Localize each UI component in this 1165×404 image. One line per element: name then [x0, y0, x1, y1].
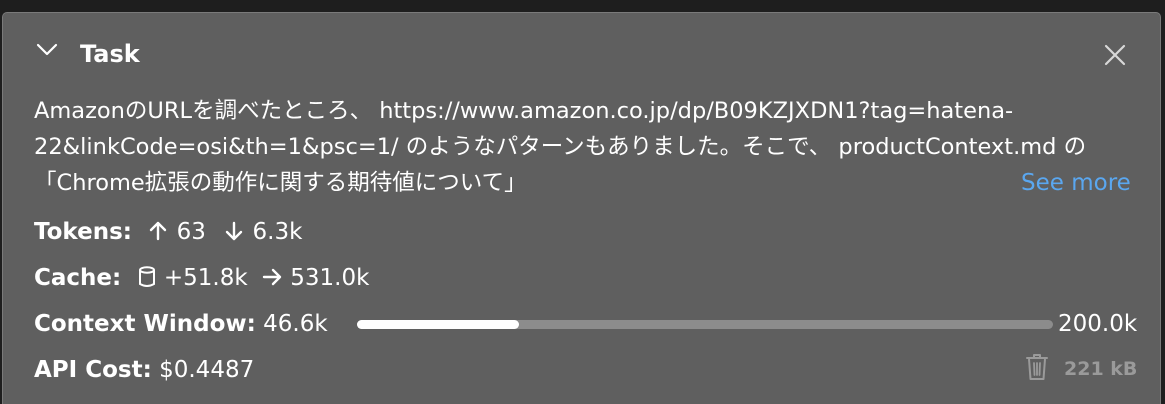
chevron-down-icon[interactable] — [34, 36, 60, 62]
arrow-down-icon — [226, 221, 243, 241]
arrow-right-icon — [262, 268, 282, 286]
cache-row: Cache: +51.8k 531.0k — [34, 263, 369, 293]
close-icon[interactable] — [1103, 43, 1127, 67]
cache-read-value: 531.0k — [290, 265, 370, 291]
cache-label: Cache: — [34, 265, 122, 291]
api-cost-label: API Cost: — [34, 357, 152, 383]
see-more-link[interactable]: See more — [1019, 165, 1131, 201]
trash-icon[interactable] — [1026, 353, 1048, 381]
task-header[interactable]: Task — [3, 13, 1160, 77]
cache-write-value: +51.8k — [163, 265, 248, 291]
context-window-progress — [357, 320, 1053, 329]
context-window-row: Context Window: 46.6k — [34, 309, 328, 339]
api-cost-value: $0.4487 — [159, 357, 255, 383]
tokens-down-value: 6.3k — [252, 219, 303, 245]
context-window-max: 200.0k — [1058, 311, 1138, 337]
context-window-label: Context Window: — [34, 311, 256, 337]
task-panel: Task AmazonのURLを調べたところ、 https://www.amaz… — [2, 12, 1161, 404]
text-fade — [923, 165, 1021, 201]
api-cost-row: API Cost: $0.4487 — [34, 355, 254, 385]
storage-size: 221 kB — [1064, 358, 1138, 380]
tokens-label: Tokens: — [34, 219, 132, 245]
context-window-used: 46.6k — [263, 311, 328, 337]
arrow-up-icon — [150, 221, 167, 241]
context-window-progress-fill — [357, 320, 520, 329]
task-title: Task — [80, 40, 140, 68]
database-icon — [138, 266, 155, 287]
tokens-row: Tokens: 63 6.3k — [34, 217, 302, 247]
tokens-up-value: 63 — [176, 219, 206, 245]
